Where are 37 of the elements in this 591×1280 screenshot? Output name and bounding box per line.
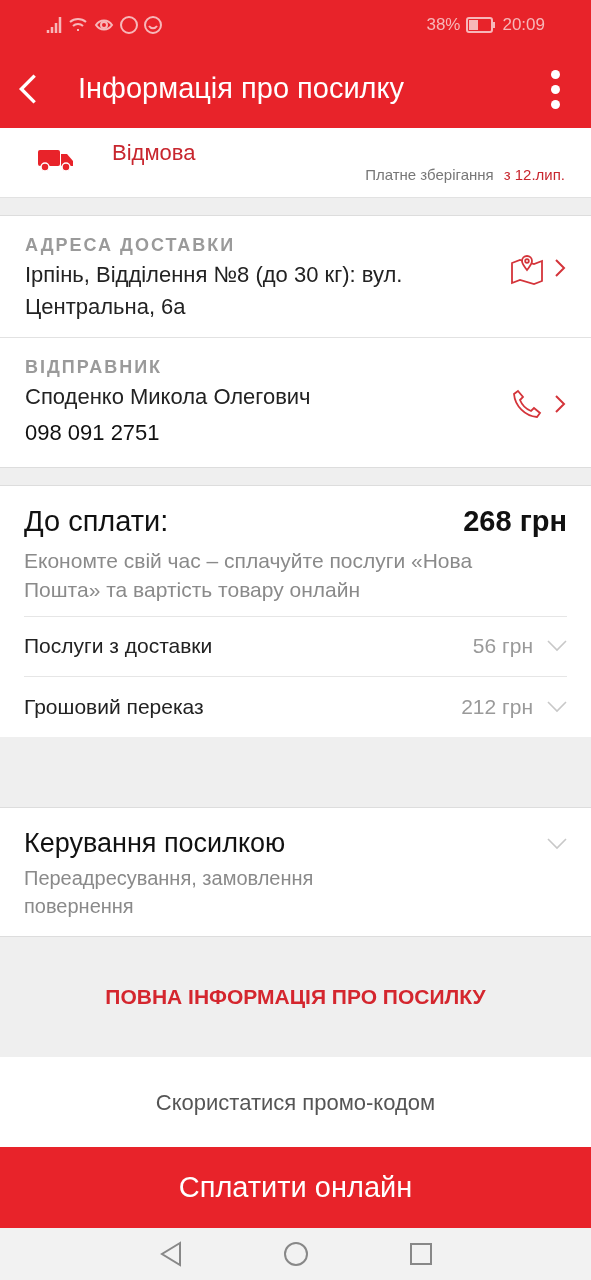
parcel-status: Відмова [112, 140, 197, 166]
charge-row[interactable]: Послуги з доставки 56 грн [24, 616, 567, 677]
nav-home-icon[interactable] [282, 1241, 309, 1267]
eye-icon [94, 18, 114, 32]
amount-due-label: До сплати: [24, 504, 169, 539]
promo-code-link[interactable]: Скористатися промо-кодом [155, 1085, 436, 1119]
pay-online-button[interactable]: Сплатити онлайн [0, 1147, 591, 1228]
chevron-right-icon [554, 393, 566, 414]
battery-icon [466, 17, 497, 33]
battery-percent: 38% [426, 14, 461, 37]
sender-name: Споденко Микола Олегович [25, 383, 312, 411]
amount-due-total: 268 грн [463, 504, 567, 539]
chevron-right-icon [554, 257, 566, 278]
section-label: ВІДПРАВНИК [25, 356, 164, 379]
storage-label: Платне зберігання [365, 165, 494, 185]
storage-date: з 12.лип. [503, 165, 565, 185]
nav-back-icon[interactable] [158, 1241, 183, 1267]
phone-icon[interactable] [512, 388, 542, 419]
sender-phone: 098 091 2751 [25, 419, 161, 447]
payment-hint: Економте свій час – сплачуйте послуги «Нова Пошта» та вартість товару онлайн [24, 545, 567, 617]
clock: 20:09 [502, 14, 545, 37]
address-text: Ірпінь, Відділення №8 (до 30 кг): вул. Центральна, 6а [25, 261, 404, 321]
smiley-icon [144, 16, 162, 34]
chevron-down-icon [547, 838, 567, 850]
section-label: АДРЕСА ДОСТАВКИ [25, 234, 237, 257]
more-menu-button[interactable] [549, 69, 561, 109]
full-info-link[interactable]: ПОВНА ІНФОРМАЦІЯ ПРО ПОСИЛКУ [105, 981, 486, 1013]
chevron-down-icon [547, 700, 567, 713]
signal-icon [46, 17, 62, 33]
wifi-icon [68, 17, 88, 33]
screen-title: Інформація про посилку [78, 71, 406, 107]
charge-row[interactable]: Грошовий переказ 212 грн [24, 676, 567, 737]
nav-recents-icon[interactable] [408, 1242, 433, 1266]
chevron-down-icon [547, 640, 567, 652]
back-icon [18, 72, 38, 106]
truck-icon [38, 148, 74, 172]
parcel-management-row[interactable]: Керування посилкою Переадресування, замовлення повернення [0, 807, 591, 937]
